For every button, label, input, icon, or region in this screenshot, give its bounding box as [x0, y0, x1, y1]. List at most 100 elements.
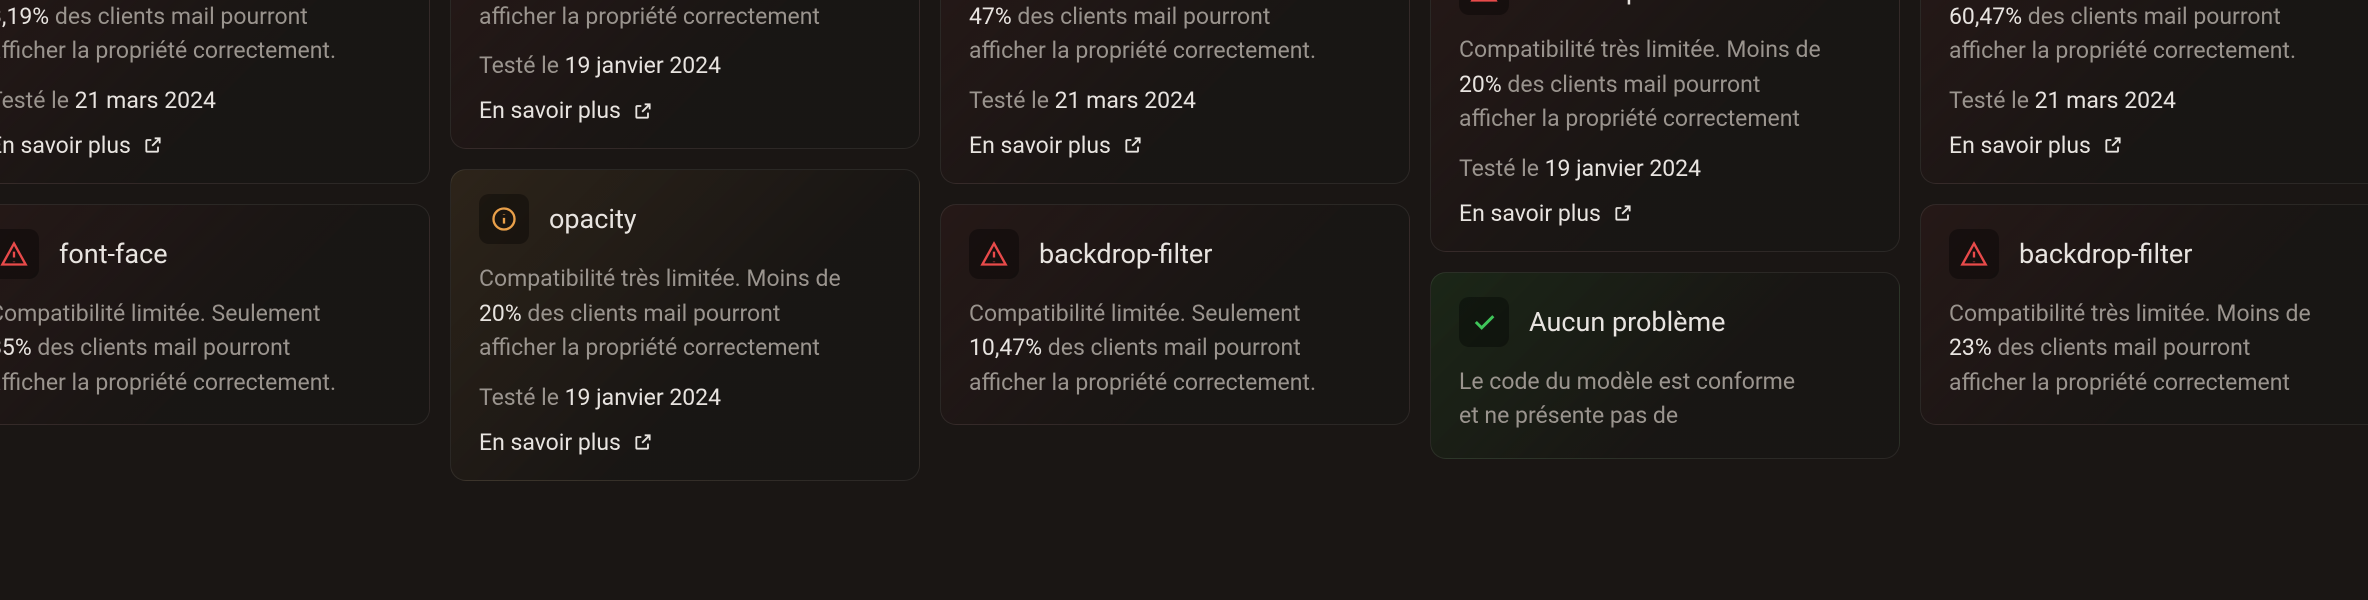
card-header: opacity: [479, 194, 891, 244]
card-description: Compatibilité très limitée. Moins de 20%…: [1459, 33, 1871, 137]
external-link-icon: [1613, 203, 1633, 223]
text: afficher la propriété correctement: [1949, 369, 2290, 396]
date-value: 21 mars 2024: [1055, 87, 1196, 114]
compat-card: Compatibilité limitée. Seulement 60,47% …: [1920, 0, 2368, 184]
card-description: Compatibilité limitée. Seulement 60,47% …: [1949, 0, 2361, 69]
card-header: backdrop-filter: [969, 229, 1381, 279]
text: Le code du modèle est conforme: [1459, 368, 1795, 395]
external-link-icon: [143, 135, 163, 155]
text: Testé le: [479, 384, 559, 411]
card-header: backdrop-filter: [1949, 229, 2361, 279]
text: des clients mail pourront: [1017, 3, 1270, 30]
date-value: 21 mars 2024: [75, 87, 216, 114]
card-title: backdrop-filter: [1039, 238, 1212, 270]
percent-value: 85%: [0, 334, 32, 361]
card-description: Le code du modèle est conforme et ne pré…: [1459, 365, 1871, 434]
card-grid: Compatibilité limitée. Seulement 3,19% d…: [0, 0, 2368, 481]
compat-card: opacity Compatibilité très limitée. Moin…: [450, 169, 920, 481]
card-description: Compatibilité limitée. Seulement 10,47% …: [969, 297, 1381, 401]
compat-card: 20% des clients mail pourront afficher l…: [450, 0, 920, 149]
card-title: Aucun problème: [1529, 306, 1725, 338]
card-title: font-face: [59, 238, 168, 270]
compat-card: backdrop-filter Compatibilité limitée. S…: [940, 204, 1410, 426]
text: Testé le: [0, 87, 69, 114]
percent-value: 23%: [1949, 334, 1992, 361]
text: des clients mail pourront: [527, 300, 780, 327]
text: Compatibilité très limitée. Moins de: [1949, 300, 2311, 327]
percent-value: 60,47%: [1949, 3, 2022, 30]
text: des clients mail pourront: [1048, 334, 1301, 361]
text: des clients mail pourront: [1997, 334, 2250, 361]
check-icon: [1459, 297, 1509, 347]
external-link-icon: [2103, 135, 2123, 155]
learn-more-link[interactable]: En savoir plus: [969, 132, 1381, 159]
external-link-icon: [633, 432, 653, 452]
column: Compatibilité limitée. Seulement 60,47% …: [1920, 0, 2368, 481]
percent-value: 47%: [969, 3, 1012, 30]
text: afficher la propriété correctement: [1459, 105, 1800, 132]
text: afficher la propriété correctement.: [969, 369, 1316, 396]
link-label: En savoir plus: [479, 97, 621, 124]
learn-more-link[interactable]: En savoir plus: [1949, 132, 2361, 159]
info-circle-icon: [479, 194, 529, 244]
text: des clients mail pourront: [2028, 3, 2281, 30]
learn-more-link[interactable]: En savoir plus: [479, 429, 891, 456]
text: afficher la propriété correctement.: [1949, 37, 2296, 64]
compat-card: backdrop-filter Compatibilité très limit…: [1430, 0, 1900, 252]
link-label: En savoir plus: [1459, 200, 1601, 227]
date-value: 19 janvier 2024: [1545, 155, 1701, 182]
external-link-icon: [1123, 135, 1143, 155]
compat-card-ok: Aucun problème Le code du modèle est con…: [1430, 272, 1900, 459]
text: Compatibilité limitée. Seulement: [0, 300, 320, 327]
text: Compatibilité très limitée. Moins de: [1459, 36, 1821, 63]
learn-more-link[interactable]: En savoir plus: [1459, 200, 1871, 227]
card-title: backdrop-filter: [1529, 0, 1702, 6]
text: afficher la propriété correctement.: [0, 369, 336, 396]
compat-card: Compatibilité limitée. Seulement 3,19% d…: [0, 0, 430, 184]
compat-card: backdrop-filter Compatibilité très limit…: [1920, 204, 2368, 426]
card-description: 20% des clients mail pourront afficher l…: [479, 0, 891, 34]
card-title: opacity: [549, 203, 637, 235]
text: des clients mail pourront: [1507, 71, 1760, 98]
alert-triangle-icon: [1949, 229, 1999, 279]
text: Compatibilité très limitée. Moins de: [479, 265, 841, 292]
card-header: Aucun problème: [1459, 297, 1871, 347]
text: Testé le: [969, 87, 1049, 114]
external-link-icon: [633, 101, 653, 121]
tested-line: Testé le 19 janvier 2024: [479, 52, 891, 79]
percent-value: 20%: [479, 300, 522, 327]
text: des clients mail pourront: [55, 3, 308, 30]
compat-card: Compatibilité limitée. Seulement 47% des…: [940, 0, 1410, 184]
compat-card: font-face Compatibilité limitée. Seuleme…: [0, 204, 430, 426]
alert-triangle-icon: [1459, 0, 1509, 15]
card-description: Compatibilité très limitée. Moins de 23%…: [1949, 297, 2361, 401]
text: Testé le: [479, 52, 559, 79]
card-description: Compatibilité limitée. Seulement 3,19% d…: [0, 0, 401, 69]
alert-triangle-icon: [969, 229, 1019, 279]
learn-more-link[interactable]: En savoir plus: [0, 132, 401, 159]
link-label: En savoir plus: [969, 132, 1111, 159]
alert-triangle-icon: [0, 229, 39, 279]
card-description: Compatibilité très limitée. Moins de 20%…: [479, 262, 891, 366]
column: Compatibilité limitée. Seulement 3,19% d…: [0, 0, 430, 481]
date-value: 19 janvier 2024: [565, 384, 721, 411]
tested-line: Testé le 21 mars 2024: [0, 87, 401, 114]
text: Testé le: [1949, 87, 2029, 114]
tested-line: Testé le 19 janvier 2024: [1459, 155, 1871, 182]
learn-more-link[interactable]: En savoir plus: [479, 97, 891, 124]
text: Testé le: [1459, 155, 1539, 182]
column: Compatibilité limitée. Seulement 47% des…: [940, 0, 1410, 481]
tested-line: Testé le 21 mars 2024: [1949, 87, 2361, 114]
column: 20% des clients mail pourront afficher l…: [450, 0, 920, 481]
text: des clients mail pourront: [37, 334, 290, 361]
link-label: En savoir plus: [1949, 132, 2091, 159]
percent-value: 3,19%: [0, 3, 49, 30]
tested-line: Testé le 19 janvier 2024: [479, 384, 891, 411]
text: et ne présente pas de: [1459, 402, 1678, 429]
column: backdrop-filter Compatibilité très limit…: [1430, 0, 1900, 481]
percent-value: 10,47%: [969, 334, 1042, 361]
date-value: 21 mars 2024: [2035, 87, 2176, 114]
text: Compatibilité limitée. Seulement: [969, 300, 1300, 327]
link-label: En savoir plus: [0, 132, 131, 159]
card-description: Compatibilité limitée. Seulement 47% des…: [969, 0, 1381, 69]
